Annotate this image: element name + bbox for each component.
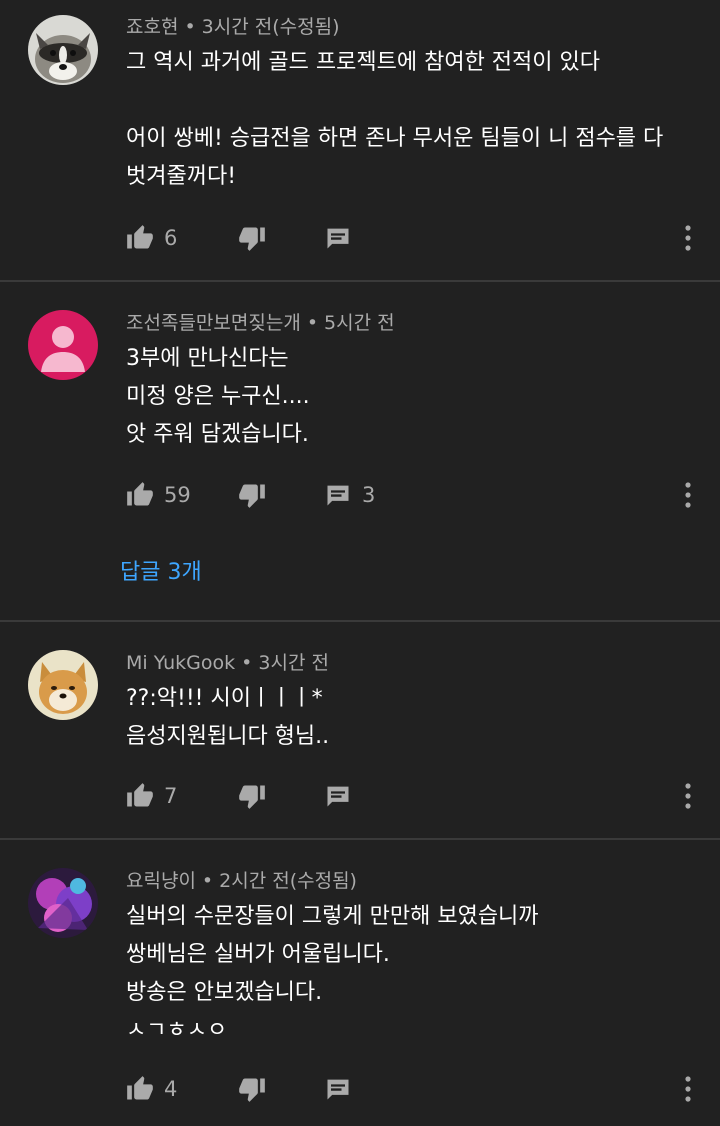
comment-actions: 4 bbox=[126, 1069, 720, 1109]
more-options-button[interactable] bbox=[676, 480, 700, 510]
comment-item: 요릭냥이 • 2시간 전(수정됨) 실버의 수문장들이 그렇게 만만해 보였습니까 … bbox=[0, 840, 720, 1126]
view-replies-link[interactable]: 답글 3개 bbox=[120, 558, 202, 588]
meta-separator: • bbox=[241, 652, 253, 674]
comment-text: 실버의 수문장들이 그렇게 만만해 보였습니까 쌍베님은 실버가 어울립니다. … bbox=[126, 904, 539, 1043]
comment-actions: 6 bbox=[126, 218, 720, 258]
like-button[interactable]: 7 bbox=[126, 782, 238, 810]
default-avatar-icon bbox=[28, 310, 98, 380]
reply-icon bbox=[327, 1079, 349, 1100]
avatar[interactable] bbox=[28, 15, 98, 85]
comment-time[interactable]: 2시간 전(수정됨) bbox=[219, 870, 357, 892]
like-count: 59 bbox=[164, 483, 191, 507]
comment-actions: 59 3 bbox=[126, 475, 720, 515]
thumb-up-icon bbox=[127, 482, 153, 506]
like-count: 7 bbox=[164, 784, 178, 808]
shiba-avatar-icon bbox=[28, 650, 98, 720]
more-options-button[interactable] bbox=[676, 781, 700, 811]
comment-actions: 7 bbox=[126, 776, 720, 816]
comment-item: Mi YukGook • 3시간 전 ??:악!!! 시이ㅣㅣㅣ* 음성지원됩니다 … bbox=[0, 622, 720, 840]
more-vert-icon bbox=[685, 225, 691, 251]
more-vert-icon bbox=[685, 783, 691, 809]
reply-icon bbox=[327, 485, 349, 506]
reply-button[interactable] bbox=[324, 782, 382, 810]
comment-meta: Mi YukGook • 3시간 전 bbox=[126, 648, 680, 678]
thumb-down-icon bbox=[239, 227, 265, 251]
comment-item: 조선족들만보면짖는개 • 5시간 전 3부에 만나신다는 미정 양은 누구신....… bbox=[0, 282, 720, 622]
avatar[interactable] bbox=[28, 868, 98, 938]
comment-time[interactable]: 5시간 전 bbox=[324, 312, 395, 334]
comment-text: 3부에 만나신다는 미정 양은 누구신.... 앗 주워 담겠습니다. bbox=[126, 346, 310, 447]
comment-text: ??:악!!! 시이ㅣㅣㅣ* 음성지원됩니다 형님.. bbox=[126, 686, 330, 749]
meta-separator: • bbox=[306, 312, 319, 334]
comment-item: 죠호현 • 3시간 전(수정됨) 그 역시 과거에 골드 프로젝트에 참여한 전적이… bbox=[0, 0, 720, 282]
comment-time[interactable]: 3시간 전 bbox=[258, 652, 329, 674]
comment-meta: 죠호현 • 3시간 전(수정됨) bbox=[126, 12, 680, 42]
reply-icon bbox=[327, 786, 349, 807]
raccoon-avatar-icon bbox=[28, 15, 98, 85]
like-button[interactable]: 4 bbox=[126, 1075, 238, 1103]
avatar[interactable] bbox=[28, 650, 98, 720]
more-options-button[interactable] bbox=[676, 1074, 700, 1104]
meta-separator: • bbox=[201, 870, 214, 892]
purple-art-avatar-icon bbox=[28, 868, 98, 938]
dislike-button[interactable] bbox=[238, 1075, 324, 1103]
thumb-down-icon bbox=[239, 484, 265, 508]
reply-icon bbox=[327, 228, 349, 249]
like-count: 6 bbox=[164, 226, 178, 250]
reply-button[interactable] bbox=[324, 1075, 382, 1103]
thumb-up-icon bbox=[127, 1076, 153, 1100]
more-vert-icon bbox=[685, 482, 691, 508]
more-options-button[interactable] bbox=[676, 223, 700, 253]
author-name[interactable]: 조선족들만보면짖는개 bbox=[126, 312, 301, 334]
more-vert-icon bbox=[685, 1076, 691, 1102]
comment-meta: 조선족들만보면짖는개 • 5시간 전 bbox=[126, 308, 680, 338]
reply-button[interactable]: 3 bbox=[324, 481, 382, 509]
meta-separator: • bbox=[184, 16, 196, 38]
thumb-up-icon bbox=[127, 225, 153, 249]
comment-meta: 요릭냥이 • 2시간 전(수정됨) bbox=[126, 866, 680, 896]
like-count: 4 bbox=[164, 1077, 178, 1101]
comment-text: 그 역시 과거에 골드 프로젝트에 참여한 전적이 있다 어이 쌍베! 승급전을… bbox=[126, 50, 664, 189]
dislike-button[interactable] bbox=[238, 782, 324, 810]
author-name[interactable]: 요릭냥이 bbox=[126, 870, 196, 892]
thumb-down-icon bbox=[239, 785, 265, 809]
dislike-button[interactable] bbox=[238, 224, 324, 252]
reply-button[interactable] bbox=[324, 224, 382, 252]
author-name[interactable]: 죠호현 bbox=[126, 16, 178, 38]
reply-count: 3 bbox=[362, 483, 376, 507]
like-button[interactable]: 59 bbox=[126, 481, 238, 509]
like-button[interactable]: 6 bbox=[126, 224, 238, 252]
dislike-button[interactable] bbox=[238, 481, 324, 509]
avatar[interactable] bbox=[28, 310, 98, 380]
thumb-down-icon bbox=[239, 1078, 265, 1102]
thumb-up-icon bbox=[127, 783, 153, 807]
author-name[interactable]: Mi YukGook bbox=[126, 652, 235, 674]
comment-time[interactable]: 3시간 전(수정됨) bbox=[202, 16, 340, 38]
